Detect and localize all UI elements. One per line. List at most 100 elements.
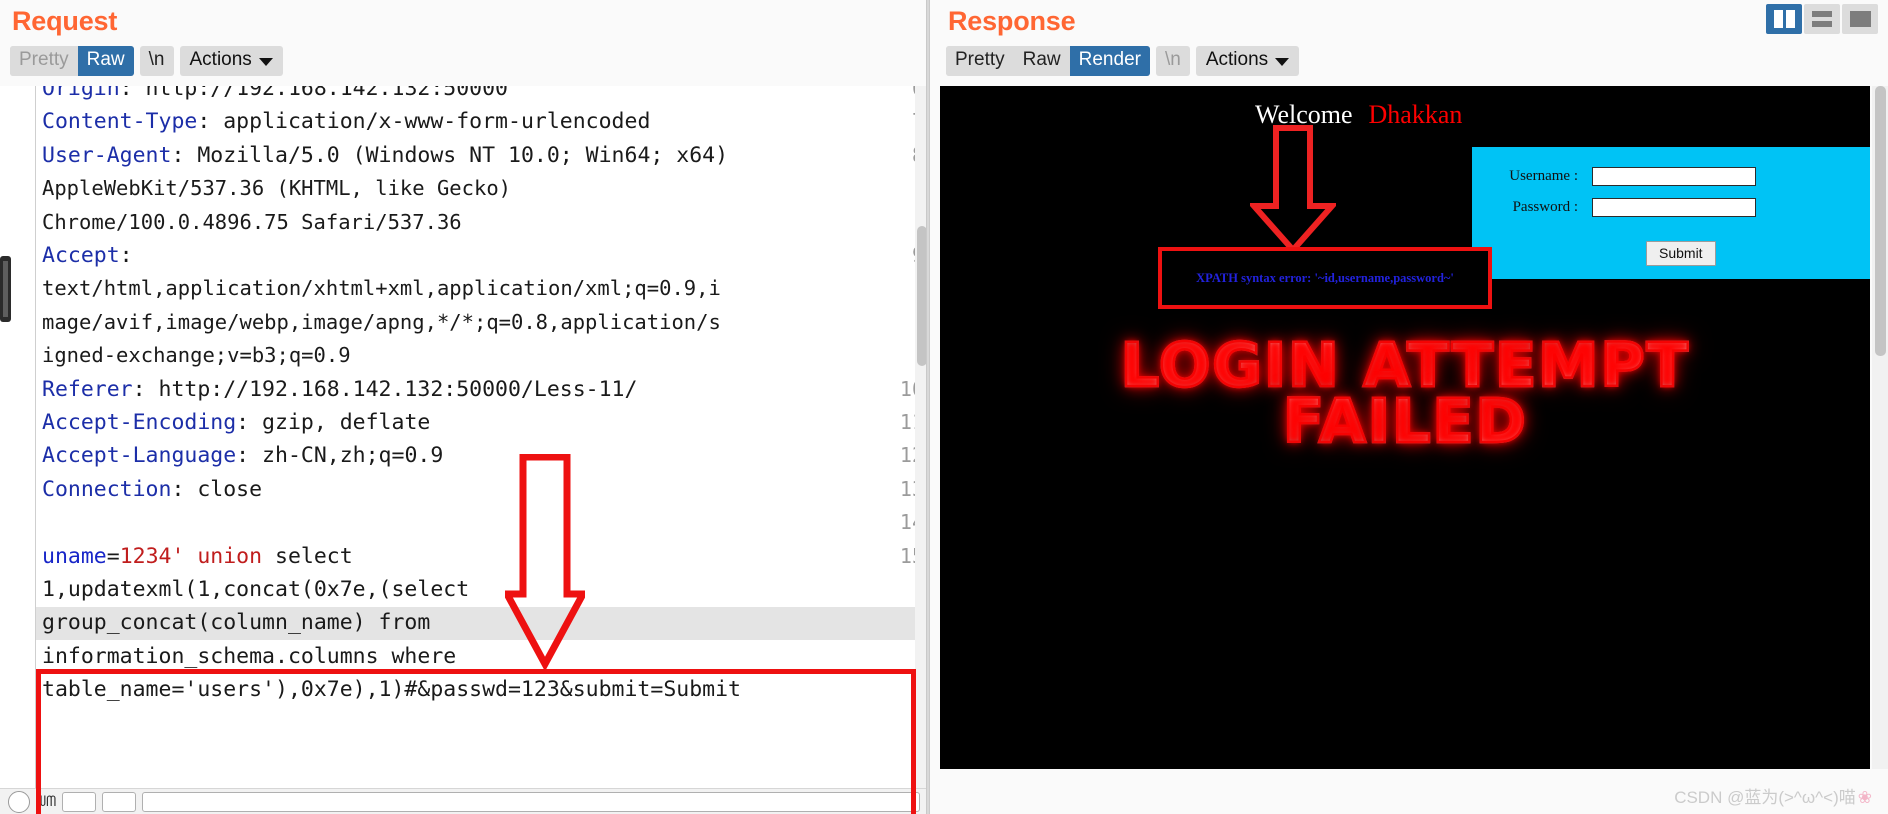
request-line: Origin: http://192.168.142.132:50000	[42, 86, 508, 105]
username-row: Username :	[1494, 167, 1756, 186]
request-raw-text: Origin: http://192.168.142.132:50000 Cont…	[36, 86, 930, 814]
watermark-text: CSDN @蓝为(>^ω^<)喵	[1674, 788, 1856, 807]
request-editor[interactable]: Origin: http://192.168.142.132:50000 Cont…	[0, 86, 930, 814]
toolbar-box-b[interactable]	[102, 791, 137, 812]
request-line: Accept-Language: zh-CN,zh;q=0.9	[42, 439, 443, 472]
response-actions-button[interactable]: Actions	[1195, 46, 1300, 76]
request-body-line: uname=1234' union select	[42, 540, 353, 573]
header-value: igned-exchange;v=b3;q=0.9	[42, 343, 351, 368]
request-toolbar: Pretty Raw \n Actions	[10, 46, 283, 76]
request-line: Chrome/100.0.4896.75 Safari/537.36	[42, 206, 462, 239]
request-line: igned-exchange;v=b3;q=0.9	[42, 339, 351, 372]
request-view-tabs: Pretty Raw	[10, 46, 134, 76]
xpath-error-annotation-box: XPATH syntax error: '~id,username,passwo…	[1158, 247, 1492, 309]
request-header: Request Pretty Raw \n Actions	[0, 0, 930, 86]
tab-request-pretty[interactable]: Pretty	[10, 46, 78, 76]
editor-minimap-handle[interactable]	[0, 256, 11, 322]
xpath-error-text: XPATH syntax error: '~id,username,passwo…	[1196, 270, 1454, 285]
csdn-watermark: CSDN @蓝为(>^ω^<)喵 ❀	[1674, 783, 1872, 808]
request-line: AppleWebKit/537.36 (KHTML, like Gecko)	[42, 172, 511, 205]
render-annotation-arrow	[1250, 125, 1336, 254]
editor-search-input[interactable]	[142, 791, 920, 812]
single-view-button[interactable]	[1842, 4, 1878, 34]
password-input[interactable]	[1592, 198, 1756, 217]
panel-splitter[interactable]	[926, 0, 930, 814]
body-token: 1234' union	[119, 543, 263, 569]
login-form: Username : Password : Submit	[1472, 147, 1870, 279]
chevron-down-icon	[1275, 57, 1290, 66]
password-label: Password :	[1512, 199, 1578, 215]
request-line: text/html,application/xhtml+xml,applicat…	[42, 272, 721, 305]
request-bottom-toolbar: ᗯᗰ	[0, 788, 930, 814]
tab-response-raw[interactable]: Raw	[1013, 46, 1070, 76]
login-failed-line-1: LOGIN ATTEMPT	[940, 334, 1870, 398]
tab-response-render[interactable]: Render	[1069, 46, 1150, 76]
header-name: Accept	[42, 243, 120, 268]
header-name: Connection	[42, 476, 172, 502]
request-line: Accept-Encoding: gzip, deflate	[42, 406, 430, 439]
request-newline-toggle-group: \n	[139, 46, 174, 76]
login-failed-line-2: FAILED	[940, 390, 1870, 454]
header-value: text/html,application/xhtml+xml,applicat…	[42, 276, 721, 301]
header-value: : gzip, deflate	[236, 410, 431, 435]
tab-request-newline[interactable]: \n	[139, 46, 174, 76]
toolbar-box-a[interactable]	[62, 791, 97, 812]
welcome-username: Dhakkan	[1368, 100, 1463, 129]
response-header: Response Pretty Raw Render \n Actions	[930, 0, 1888, 86]
response-vertical-scrollbar[interactable]	[1872, 86, 1888, 769]
single-pane-icon	[1849, 11, 1871, 27]
request-line: Referer: http://192.168.142.132:50000/Le…	[42, 373, 637, 406]
header-value: AppleWebKit/537.36 (KHTML, like Gecko)	[42, 176, 511, 201]
request-line: Accept:	[42, 239, 133, 272]
request-line: Content-Type: application/x-www-form-url…	[42, 105, 650, 138]
response-scrollbar-thumb[interactable]	[1875, 86, 1886, 356]
header-name: User-Agent	[42, 142, 172, 168]
flower-icon: ❀	[1857, 788, 1872, 807]
tab-response-pretty[interactable]: Pretty	[946, 46, 1014, 76]
view-layout-toggle-group	[1766, 4, 1878, 34]
response-actions-label: Actions	[1205, 49, 1269, 70]
header-name: Referer	[42, 376, 133, 402]
password-row: Password :	[1494, 198, 1756, 217]
header-name: Accept-Encoding	[42, 410, 237, 435]
search-circle-icon[interactable]	[8, 790, 30, 813]
header-value: : zh-CN,zh;q=0.9	[236, 443, 444, 469]
response-view-tabs: Pretty Raw Render	[946, 46, 1150, 76]
body-token: uname	[42, 543, 107, 569]
line-number-gutter	[0, 86, 36, 814]
header-value: Chrome/100.0.4896.75 Safari/537.36	[42, 209, 462, 234]
request-body-line: table_name='users'),0x7e),1)#&passwd=123…	[42, 677, 741, 703]
side-by-side-view-button[interactable]	[1766, 4, 1802, 34]
chevron-down-icon	[258, 57, 273, 66]
response-toolbar: Pretty Raw Render \n Actions	[946, 46, 1300, 76]
request-body-line: information_schema.columns where	[42, 643, 457, 669]
waveform-icon: ᗯᗰ	[36, 793, 57, 810]
header-name: Accept-Language	[42, 443, 237, 469]
header-value: : Mozilla/5.0 (Windows NT 10.0; Win64; x…	[171, 142, 729, 168]
request-actions-label: Actions	[189, 49, 252, 70]
tab-request-raw[interactable]: Raw	[77, 46, 134, 76]
request-line: User-Agent: Mozilla/5.0 (Windows NT 10.0…	[42, 139, 728, 172]
request-actions-button[interactable]: Actions	[179, 46, 283, 76]
tab-response-newline[interactable]: \n	[1155, 46, 1190, 76]
stacked-rows-icon	[1812, 11, 1832, 27]
request-panel: Request Pretty Raw \n Actions Origin: ht…	[0, 0, 930, 814]
burp-repeater-window: Request Pretty Raw \n Actions Origin: ht…	[0, 0, 1888, 814]
login-failed-banner: LOGIN ATTEMPT FAILED	[940, 334, 1870, 454]
header-name: Origin	[42, 86, 120, 101]
header-value: mage/avif,image/webp,image/apng,*/*;q=0.…	[42, 309, 721, 334]
submit-button[interactable]: Submit	[1646, 241, 1716, 266]
response-newline-toggle-group: \n	[1155, 46, 1190, 76]
username-label: Username :	[1509, 168, 1578, 184]
split-columns-icon	[1773, 10, 1795, 28]
response-title: Response	[948, 6, 1076, 36]
stacked-view-button[interactable]	[1804, 4, 1840, 34]
header-value: : http://192.168.142.132:50000/Less-11/	[132, 376, 638, 402]
header-name: Content-Type	[42, 109, 198, 135]
body-token: select	[262, 543, 353, 569]
header-value: : http://192.168.142.132:50000	[119, 86, 508, 101]
response-render-viewport: Welcome Dhakkan Username : Password : Sub…	[940, 86, 1870, 769]
header-value: :	[119, 243, 133, 268]
username-input[interactable]	[1592, 167, 1756, 186]
header-value: : application/x-www-form-urlencoded	[197, 109, 651, 135]
